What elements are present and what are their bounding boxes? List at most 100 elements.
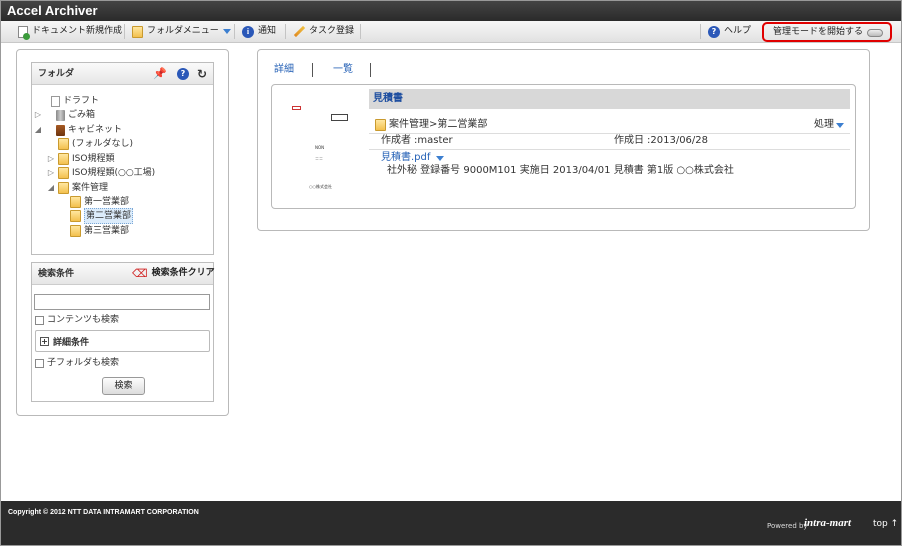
expand-icon[interactable]: ▷	[47, 166, 55, 180]
collapse-icon[interactable]: ◢	[47, 181, 55, 195]
folder-menu-label: フォルダメニュー	[147, 26, 219, 36]
toolbar-divider	[700, 24, 701, 39]
detail-conditions-label: 詳細条件	[53, 337, 90, 348]
folder-icon	[58, 153, 69, 165]
collapse-icon[interactable]: ◢	[34, 123, 42, 137]
folder-menu-button[interactable]: フォルダメニュー	[132, 21, 231, 42]
folder-panel-header: フォルダ 📌 ? ↻	[32, 63, 213, 85]
tree-item-label: 第三営業部	[84, 226, 130, 236]
folder-icon	[70, 210, 81, 222]
tree-item-label: ISO規程類	[72, 154, 115, 164]
chevron-down-icon	[836, 122, 844, 128]
tree-item-draft[interactable]: ドラフト	[40, 94, 99, 108]
app-title: Accel Archiver	[1, 1, 901, 21]
created-row: 作成日 :2013/06/28	[614, 134, 708, 148]
toggle-icon	[867, 28, 884, 37]
content-search-checkbox[interactable]	[35, 315, 44, 325]
task-register-label: タスク登録	[309, 26, 355, 36]
search-panel-title: 検索条件	[38, 269, 75, 279]
tree-item-label: (フォルダなし)	[72, 139, 134, 149]
tree-item-cabinet[interactable]: ◢ キャビネット	[34, 123, 122, 137]
expand-icon[interactable]: ▷	[34, 108, 42, 122]
cabinet-icon	[56, 124, 65, 136]
file-name: 見積書.pdf	[381, 152, 431, 163]
admin-mode-button[interactable]: 管理モードを開始する	[773, 22, 884, 43]
task-register-button[interactable]: タスク登録	[293, 21, 354, 42]
search-clear-button[interactable]: ⌫ 検索条件クリア	[132, 263, 215, 284]
document-description: 社外秘 登録番号 9000M101 実施日 2013/04/01 見積書 第1版…	[387, 165, 734, 176]
created-label: 作成日	[614, 135, 644, 146]
notice-button[interactable]: i 通知	[242, 21, 276, 42]
footer: Copyright © 2012 NTT DATA INTRAMART CORP…	[1, 501, 901, 545]
tree-item-label: ISO規程類(○○工場)	[72, 168, 156, 178]
clear-icon: ⌫	[132, 267, 148, 280]
help-button[interactable]: ? ヘルプ	[708, 21, 751, 42]
admin-mode-label: 管理モードを開始する	[773, 27, 864, 37]
author-row: 作成者 :master	[381, 134, 453, 148]
folder-icon	[58, 138, 69, 150]
tree-item-no-folder[interactable]: (フォルダなし)	[58, 137, 133, 151]
tab-list[interactable]: 一覧	[333, 64, 353, 76]
chevron-down-icon[interactable]	[436, 155, 445, 161]
refresh-icon[interactable]: ↻	[197, 63, 207, 85]
detail-conditions-toggle[interactable]: + 詳細条件	[35, 330, 210, 352]
created-value: :2013/06/28	[647, 135, 709, 146]
trash-icon	[56, 109, 65, 121]
chevron-down-icon	[222, 29, 231, 34]
tree-item-sales-2[interactable]: 第二営業部	[70, 208, 134, 224]
content-search-label: コンテンツも検索	[47, 315, 120, 325]
folder-icon	[375, 119, 386, 131]
new-document-icon	[18, 25, 30, 40]
folder-panel-title: フォルダ	[38, 69, 75, 79]
author-label: 作成者	[381, 135, 411, 146]
folder-icon	[58, 182, 69, 194]
content-search-option[interactable]: コンテンツも検索	[35, 313, 119, 327]
thumb-sub: ＝＝	[315, 156, 323, 161]
document-thumbnail[interactable]: NON ＝＝ ○○株式会社	[287, 101, 352, 193]
tree-item-iso-factory[interactable]: ▷ ISO規程類(○○工場)	[47, 166, 155, 180]
help-label: ヘルプ	[724, 26, 752, 36]
subfolder-search-option[interactable]: 子フォルダも検索	[35, 356, 119, 370]
folder-icon	[70, 196, 81, 208]
action-menu-label: 処理	[814, 119, 834, 130]
divider	[369, 149, 850, 150]
expand-icon[interactable]: ▷	[47, 152, 55, 166]
tree-item-sales-1[interactable]: 第一営業部	[70, 195, 129, 209]
tree-item-iso[interactable]: ▷ ISO規程類	[47, 152, 114, 166]
toolbar-divider	[234, 24, 235, 39]
document-path-label: 案件管理>第二営業部	[389, 119, 488, 130]
subfolder-search-checkbox[interactable]	[35, 358, 44, 368]
help-icon[interactable]: ?	[177, 68, 189, 80]
document-title[interactable]: 見積書	[369, 89, 850, 109]
back-to-top-link[interactable]: top ↑	[873, 519, 898, 529]
search-button[interactable]: 検索	[102, 377, 145, 395]
file-link[interactable]: 見積書.pdf	[381, 151, 445, 165]
tree-item-sales-3[interactable]: 第三営業部	[70, 224, 129, 238]
toolbar-divider	[124, 24, 125, 39]
tree-item-label: キャビネット	[68, 125, 123, 135]
powered-by: Powered by	[767, 522, 808, 530]
tab-divider	[370, 63, 371, 77]
tab-detail[interactable]: 詳細	[274, 64, 294, 76]
document-path: 案件管理>第二営業部	[375, 118, 487, 132]
new-document-button[interactable]: ドキュメント新規作成	[18, 21, 122, 42]
draft-icon	[51, 95, 60, 107]
tree-item-project[interactable]: ◢ 案件管理	[47, 181, 108, 195]
tree-item-label: 案件管理	[72, 183, 109, 193]
tree-item-label: 第二営業部	[84, 208, 134, 224]
notice-label: 通知	[258, 26, 277, 36]
search-clear-label: 検索条件クリア	[151, 268, 215, 278]
folder-icon	[70, 225, 81, 237]
thumb-heading: NON	[315, 145, 325, 150]
info-icon: i	[242, 25, 254, 38]
copyright: Copyright © 2012 NTT DATA INTRAMART CORP…	[8, 509, 199, 516]
tree-item-label: ごみ箱	[68, 110, 96, 120]
tree-item-label: ドラフト	[63, 96, 100, 106]
subfolder-search-label: 子フォルダも検索	[47, 358, 120, 368]
search-input[interactable]	[34, 294, 210, 310]
tree-item-trash[interactable]: ▷ ごみ箱	[34, 108, 95, 122]
pin-icon[interactable]: 📌	[153, 63, 167, 85]
toolbar-divider	[285, 24, 286, 39]
folder-icon	[132, 25, 143, 38]
action-menu-button[interactable]: 処理	[814, 118, 844, 132]
